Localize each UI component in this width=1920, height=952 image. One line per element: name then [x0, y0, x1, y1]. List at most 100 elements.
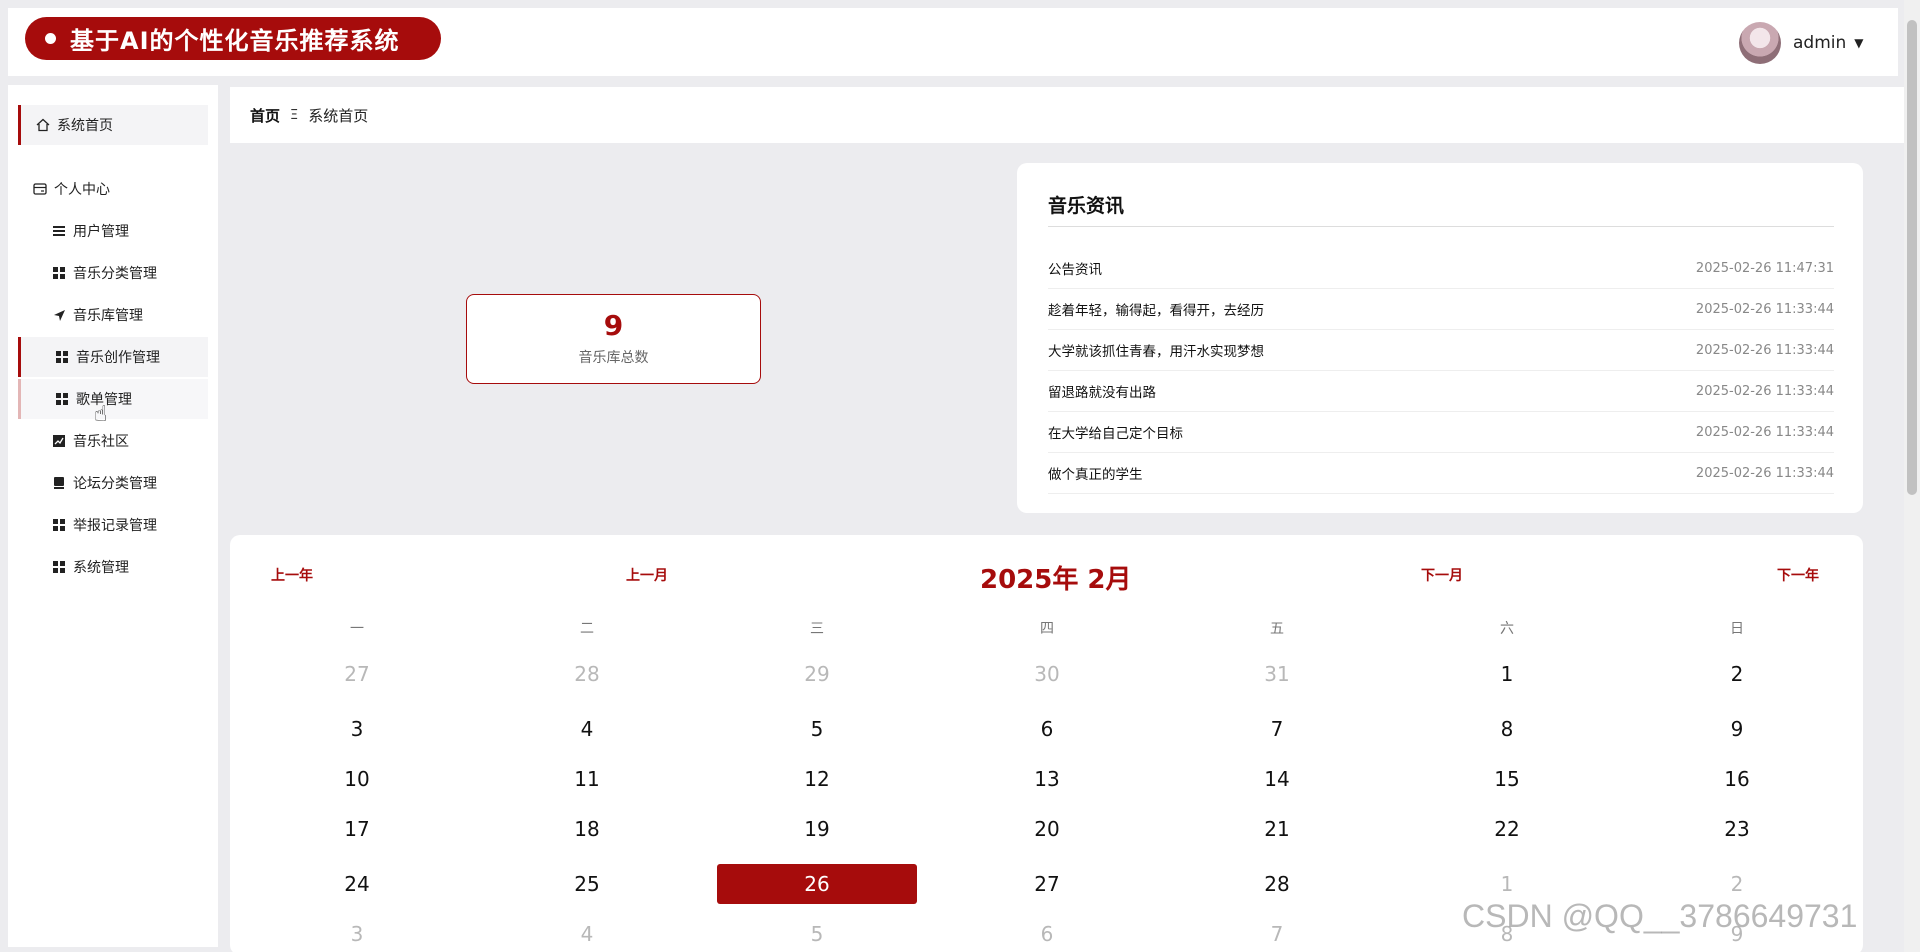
news-item-title[interactable]: 在大学给自己定个目标 [1048, 422, 1183, 442]
sidebar-item-label: 用户管理 [73, 224, 129, 240]
sidebar-item-label: 音乐分类管理 [73, 266, 157, 282]
caret-down-icon[interactable]: ▼ [1854, 36, 1863, 50]
next-month-button[interactable]: 下一月 [1421, 565, 1463, 585]
calendar-day[interactable]: 20 [947, 809, 1147, 849]
news-item[interactable]: 趁着年轻，输得起，看得开，去经历 2025-02-26 11:33:44 [1048, 289, 1834, 330]
grid-icon [54, 391, 70, 407]
sidebar-item-system-management[interactable]: 系统管理 [18, 547, 208, 587]
stat-card-music-library-total: 9 音乐库总数 [466, 294, 761, 384]
sidebar-item-music-category[interactable]: 音乐分类管理 [18, 253, 208, 293]
calendar-day[interactable]: 30 [947, 654, 1147, 694]
news-item[interactable]: 大学就该抓住青春，用汗水实现梦想 2025-02-26 11:33:44 [1048, 330, 1834, 371]
calendar-day[interactable]: 8 [1407, 914, 1607, 952]
calendar-day[interactable]: 2 [1637, 654, 1837, 694]
sidebar-item-music-creation[interactable]: 音乐创作管理 [18, 337, 208, 377]
weekday-label: 五 [1270, 621, 1284, 637]
news-item[interactable]: 做个真正的学生 2025-02-26 11:33:44 [1048, 453, 1834, 494]
calendar-day[interactable]: 7 [1177, 914, 1377, 952]
prev-month-button[interactable]: 上一月 [626, 565, 668, 585]
calendar-day[interactable]: 27 [257, 654, 457, 694]
calendar-day[interactable]: 12 [717, 759, 917, 799]
calendar-day[interactable]: 28 [1177, 864, 1377, 904]
weekday-label: 二 [580, 621, 594, 637]
next-year-button[interactable]: 下一年 [1777, 565, 1819, 585]
calendar-day[interactable]: 27 [947, 864, 1147, 904]
calendar-day[interactable]: 6 [947, 709, 1147, 749]
calendar-day[interactable]: 8 [1407, 709, 1607, 749]
calendar-day[interactable]: 18 [487, 809, 687, 849]
news-item-title[interactable]: 趁着年轻，输得起，看得开，去经历 [1048, 299, 1264, 319]
sidebar-item-user-management[interactable]: 用户管理 [18, 211, 208, 251]
app-title-banner: 基于AI的个性化音乐推荐系统 [25, 17, 441, 60]
calendar-day[interactable]: 25 [487, 864, 687, 904]
calendar-day[interactable]: 13 [947, 759, 1147, 799]
sidebar-item-personal-center[interactable]: 个人中心 [18, 169, 208, 209]
calendar-day[interactable]: 16 [1637, 759, 1837, 799]
sidebar-item-forum-category[interactable]: 论坛分类管理 [18, 463, 208, 503]
sidebar-item-music-library[interactable]: 音乐库管理 [18, 295, 208, 335]
calendar-day[interactable]: 11 [487, 759, 687, 799]
news-item[interactable]: 留退路就没有出路 2025-02-26 11:33:44 [1048, 371, 1834, 412]
sidebar-item-report-records[interactable]: 举报记录管理 [18, 505, 208, 545]
scrollbar-thumb[interactable] [1907, 20, 1917, 495]
sidebar-item-label: 音乐创作管理 [76, 350, 160, 366]
grid-icon [51, 265, 67, 281]
grid-icon [51, 517, 67, 533]
news-item-title[interactable]: 公告资讯 [1048, 258, 1102, 278]
calendar-day[interactable]: 17 [257, 809, 457, 849]
calendar-day[interactable]: 7 [1177, 709, 1377, 749]
sidebar-item-playlist[interactable]: 歌单管理 [18, 379, 208, 419]
calendar-day[interactable]: 1 [1407, 864, 1607, 904]
grid-icon [54, 349, 70, 365]
calendar-day[interactable]: 31 [1177, 654, 1377, 694]
sidebar-item-label: 系统管理 [73, 560, 129, 576]
calendar-day[interactable]: 15 [1407, 759, 1607, 799]
calendar-day[interactable]: 4 [487, 914, 687, 952]
breadcrumb-current: 系统首页 [308, 106, 369, 125]
news-item[interactable]: 公告资讯 2025-02-26 11:47:31 [1048, 248, 1834, 289]
calendar-day[interactable]: 3 [257, 709, 457, 749]
news-item[interactable]: 在大学给自己定个目标 2025-02-26 11:33:44 [1048, 412, 1834, 453]
calendar-day-today[interactable]: 26 [717, 864, 917, 904]
calendar-day[interactable]: 2 [1637, 864, 1837, 904]
calendar-day[interactable]: 28 [487, 654, 687, 694]
calendar-day[interactable]: 6 [947, 914, 1147, 952]
username[interactable]: admin [1793, 33, 1846, 53]
calendar-day[interactable]: 24 [257, 864, 457, 904]
calendar-day[interactable]: 5 [717, 709, 917, 749]
calendar-day[interactable]: 14 [1177, 759, 1377, 799]
calendar-day[interactable]: 21 [1177, 809, 1377, 849]
user-menu[interactable]: admin ▼ [1739, 21, 1864, 65]
sidebar-item-home[interactable]: 系统首页 [18, 105, 208, 145]
sidebar-item-music-community[interactable]: 音乐社区 [18, 421, 208, 461]
calendar-day[interactable]: 3 [257, 914, 457, 952]
breadcrumb-home[interactable]: 首页 [250, 105, 280, 126]
calendar: 上一年 上一月 2025年 2月 下一月 下一年 一二三四五六日 27 28 29 30… [230, 535, 1863, 952]
calendar-day[interactable]: 1 [1407, 654, 1607, 694]
calendar-day[interactable]: 29 [717, 654, 917, 694]
app-title: 基于AI的个性化音乐推荐系统 [70, 27, 400, 55]
calendar-day[interactable]: 22 [1407, 809, 1607, 849]
news-item-date: 2025-02-26 11:47:31 [1695, 260, 1834, 276]
sidebar-item-label: 歌单管理 [76, 392, 132, 408]
calendar-day[interactable]: 23 [1637, 809, 1837, 849]
prev-year-button[interactable]: 上一年 [271, 565, 313, 585]
sidebar-item-label: 音乐社区 [73, 434, 129, 450]
calendar-day[interactable]: 9 [1637, 709, 1837, 749]
calendar-day[interactable]: 4 [487, 709, 687, 749]
divider [1048, 226, 1834, 227]
top-header: 基于AI的个性化音乐推荐系统 admin ▼ [8, 8, 1898, 76]
news-item-title[interactable]: 留退路就没有出路 [1048, 381, 1156, 401]
calendar-day[interactable]: 9 [1637, 914, 1837, 952]
sidebar-item-label: 举报记录管理 [73, 518, 157, 534]
avatar[interactable] [1739, 22, 1781, 64]
calendar-day[interactable]: 10 [257, 759, 457, 799]
sidebar-item-label: 个人中心 [54, 182, 110, 198]
sidebar-item-label: 论坛分类管理 [73, 476, 157, 492]
news-item-title[interactable]: 大学就该抓住青春，用汗水实现梦想 [1048, 340, 1264, 360]
calendar-day[interactable]: 19 [717, 809, 917, 849]
weekday-label: 四 [1040, 621, 1054, 637]
news-item-title[interactable]: 做个真正的学生 [1048, 463, 1143, 483]
calendar-day[interactable]: 5 [717, 914, 917, 952]
breadcrumb-separator-icon: Ξ [290, 107, 299, 123]
